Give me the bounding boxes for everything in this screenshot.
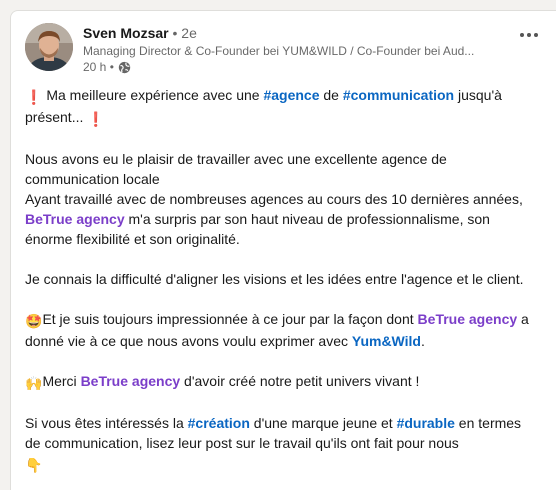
text-fragment: Ayant travaillé avec de nombreuses agenc… bbox=[25, 191, 523, 207]
post-paragraph-1: ❗ Ma meilleure expérience avec une #agen… bbox=[25, 85, 535, 129]
more-horizontal-icon bbox=[520, 33, 538, 37]
mention-betrue-agency[interactable]: BeTrue agency bbox=[418, 311, 518, 327]
post-paragraph-5: 🙌Merci BeTrue agency d'avoir créé notre … bbox=[25, 371, 535, 393]
post-card: Sven Mozsar • 2e Managing Director & Co-… bbox=[10, 10, 556, 490]
pointing-down-emoji: 👇 bbox=[25, 457, 43, 473]
author-name[interactable]: Sven Mozsar bbox=[83, 25, 169, 41]
mention-betrue-agency[interactable]: BeTrue agency bbox=[25, 211, 125, 227]
globe-icon bbox=[118, 61, 131, 74]
raising-hands-emoji: 🙌 bbox=[25, 375, 43, 391]
post-paragraph-4: 🤩Et je suis toujours impressionnée à ce … bbox=[25, 309, 535, 351]
mention-betrue-agency[interactable]: BeTrue agency bbox=[81, 373, 181, 389]
text-fragment: Ma meilleure expérience avec une bbox=[42, 87, 264, 103]
author-headline: Managing Director & Co-Founder bei YUM&W… bbox=[83, 44, 475, 58]
text-fragment: d'une marque jeune et bbox=[249, 415, 397, 431]
text-fragment: de bbox=[319, 87, 343, 103]
post-meta: 20 h • bbox=[83, 59, 506, 75]
name-separator: • bbox=[172, 25, 178, 41]
text-fragment: Et je suis toujours impressionnée à ce j… bbox=[42, 311, 418, 327]
post-header: Sven Mozsar • 2e Managing Director & Co-… bbox=[25, 23, 546, 75]
post-paragraph-6: Si vous êtes intéressés la #création d'u… bbox=[25, 413, 535, 475]
text-fragment: . bbox=[420, 333, 425, 349]
mention-yum-wild[interactable]: Yum&Wild bbox=[352, 333, 421, 349]
avatar[interactable] bbox=[25, 23, 73, 71]
hashtag-durable[interactable]: #durable bbox=[397, 415, 455, 431]
text-fragment: Nous avons eu le plaisir de travailler a… bbox=[25, 151, 447, 187]
connection-degree: 2e bbox=[181, 25, 197, 41]
post-paragraph-3: Je connais la difficulté d'aligner les v… bbox=[25, 271, 524, 287]
more-options-button[interactable] bbox=[512, 23, 546, 47]
exclamation-emoji: ❗ bbox=[25, 89, 43, 105]
avatar-image bbox=[25, 23, 73, 71]
hashtag-creation[interactable]: #création bbox=[188, 415, 250, 431]
exclamation-emoji: ❗ bbox=[87, 111, 105, 127]
text-fragment: Si vous êtes intéressés la bbox=[25, 415, 188, 431]
author-block: Sven Mozsar • 2e Managing Director & Co-… bbox=[83, 23, 506, 75]
star-struck-emoji: 🤩 bbox=[25, 313, 43, 329]
text-fragment: d'avoir créé notre petit univers vivant … bbox=[180, 373, 420, 389]
hashtag-agence[interactable]: #agence bbox=[263, 87, 319, 103]
text-fragment: Merci bbox=[42, 373, 81, 389]
post-paragraph-2: Nous avons eu le plaisir de travailler a… bbox=[25, 149, 535, 249]
hashtag-communication[interactable]: #communication bbox=[343, 87, 454, 103]
author-name-row: Sven Mozsar • 2e bbox=[83, 23, 506, 43]
post-time: 20 h • bbox=[83, 60, 114, 74]
post-text: ❗ Ma meilleure expérience avec une #agen… bbox=[25, 85, 535, 490]
